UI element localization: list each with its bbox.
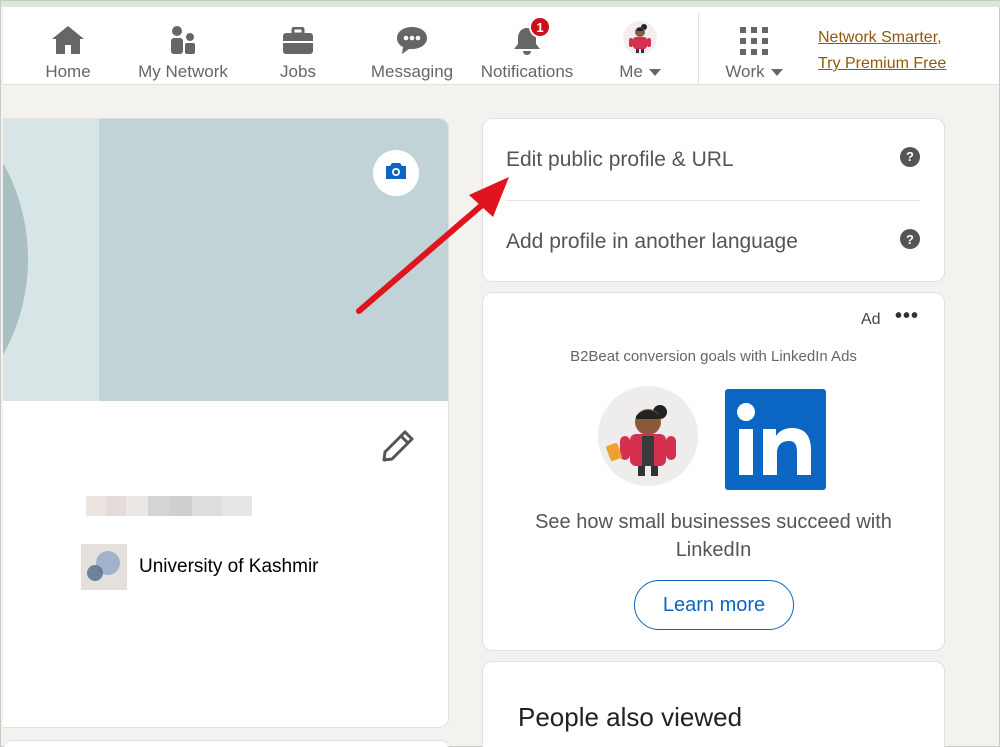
add-language-row[interactable]: Add profile in another language ? [506, 201, 920, 283]
camera-icon [385, 162, 407, 185]
ad-label: Ad [861, 311, 881, 328]
nav-jobs[interactable]: Jobs [273, 7, 323, 85]
nav-notifications[interactable]: 1 Notifications [477, 7, 577, 85]
school-logo [81, 544, 127, 590]
home-icon [51, 15, 85, 55]
linkedin-logo [725, 389, 826, 490]
nav-me-label: Me [619, 62, 643, 81]
education-entry[interactable]: University of Kashmir [81, 544, 319, 590]
people-also-viewed-card: People also viewed [482, 661, 945, 747]
premium-link[interactable]: Network Smarter, Try Premium Free [818, 25, 978, 77]
nav-my-network[interactable]: My Network [133, 7, 233, 85]
more-options-icon[interactable]: ••• [895, 305, 919, 328]
global-nav: Home My Network Jobs Messaging 1 Notific… [3, 7, 999, 85]
edit-public-profile-row[interactable]: Edit public profile & URL ? [506, 119, 920, 201]
nav-messaging-label: Messaging [370, 62, 454, 81]
briefcase-icon [282, 15, 314, 55]
ad-user-avatar [598, 386, 698, 486]
premium-line-2: Try Premium Free [818, 55, 947, 72]
nav-divider [698, 13, 699, 85]
ad-card: Ad ••• B2Beat conversion goals with Link… [482, 292, 945, 651]
chevron-down-icon [770, 68, 783, 76]
blurred-name [86, 496, 252, 516]
network-icon [168, 15, 198, 55]
edit-cover-button[interactable] [373, 150, 419, 196]
nav-home-label: Home [45, 62, 91, 81]
help-icon[interactable]: ? [900, 146, 920, 167]
premium-line-1: Network Smarter, [818, 29, 942, 46]
edit-public-profile-link[interactable]: Edit public profile & URL [506, 148, 734, 172]
profile-card: University of Kashmir [3, 118, 449, 728]
grid-icon [740, 15, 768, 55]
chevron-down-icon [648, 68, 661, 76]
pencil-icon [381, 430, 415, 467]
nav-home[interactable]: Home [43, 7, 93, 85]
nav-work[interactable]: Work [721, 7, 787, 85]
learn-more-button[interactable]: Learn more [634, 580, 794, 630]
ad-text: See how small businesses succeed with Li… [535, 511, 892, 561]
avatar [623, 15, 657, 55]
nav-my-network-label: My Network [138, 62, 228, 81]
nav-me[interactable]: Me [613, 7, 667, 85]
notifications-badge: 1 [529, 16, 551, 38]
edit-intro-button[interactable] [381, 429, 415, 463]
profile-settings-card: Edit public profile & URL ? Add profile … [482, 118, 945, 282]
next-card-edge [3, 740, 449, 747]
ad-tagline: B2Beat conversion goals with LinkedIn Ad… [570, 348, 857, 365]
nav-notifications-label: Notifications [480, 62, 574, 81]
nav-jobs-label: Jobs [280, 62, 316, 81]
nav-work-label: Work [725, 62, 765, 81]
help-icon[interactable]: ? [900, 229, 920, 249]
school-name: University of Kashmir [139, 556, 319, 577]
messaging-icon [396, 15, 428, 55]
people-also-viewed-title: People also viewed [518, 702, 743, 732]
nav-messaging[interactable]: Messaging [369, 7, 455, 85]
add-language-link[interactable]: Add profile in another language [506, 230, 798, 254]
